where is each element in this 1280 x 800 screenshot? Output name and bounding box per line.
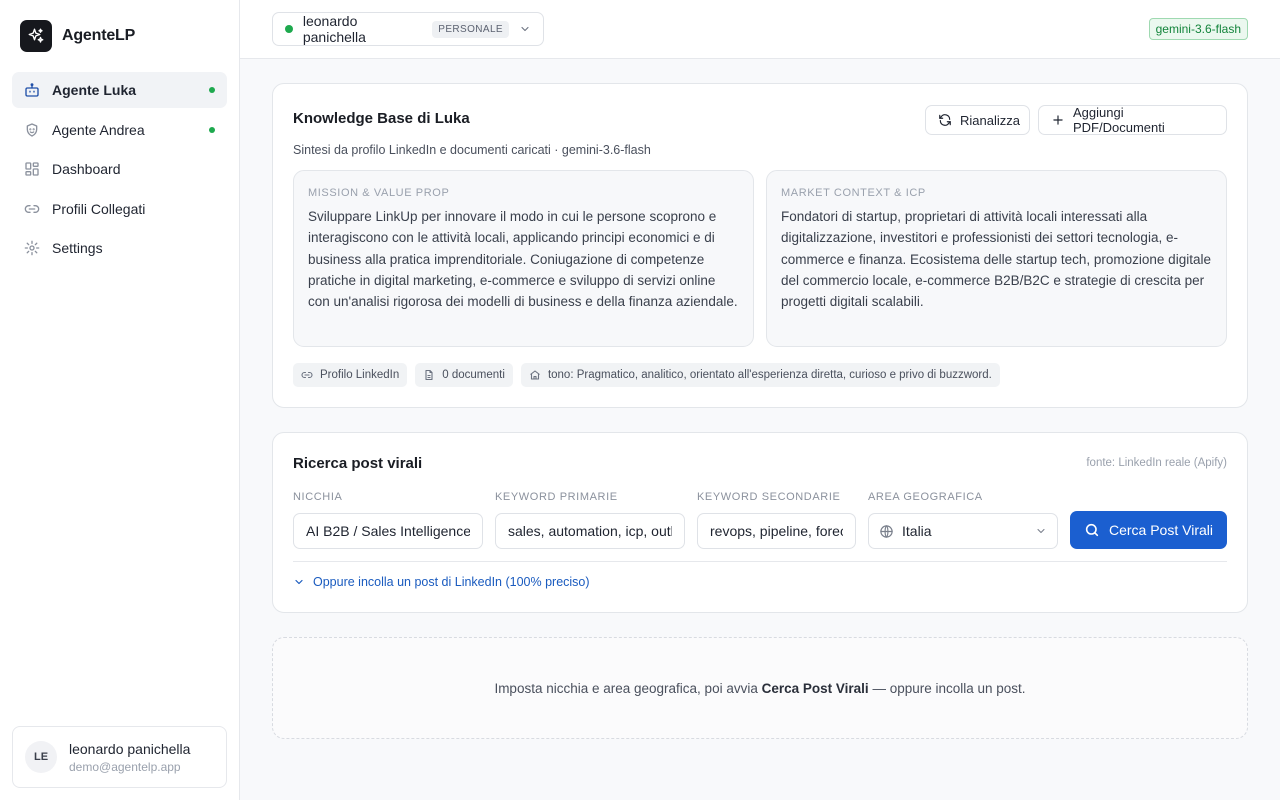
- linkedin-chip: Profilo LinkedIn: [293, 363, 408, 387]
- add-documents-label: Aggiungi PDF/Documenti: [1073, 105, 1165, 135]
- kb-chips: Profilo LinkedIn 0 documenti tono: Pragm…: [293, 363, 1000, 387]
- bot-icon: [24, 82, 40, 98]
- reanalyze-button[interactable]: Rianalizza: [925, 105, 1030, 135]
- search-icon: [1084, 522, 1100, 538]
- sidebar-item-agente-luka[interactable]: Agente Luka: [12, 72, 227, 108]
- profile-badge: PERSONALE: [432, 20, 509, 38]
- sidebar-item-label: Profili Collegati: [52, 200, 146, 217]
- user-email: demo@agentelp.app: [69, 759, 181, 774]
- refresh-icon: [938, 113, 952, 127]
- secondary-keywords-input[interactable]: [697, 513, 856, 549]
- sidebar-item-profili-collegati[interactable]: Profili Collegati: [12, 191, 227, 227]
- divider: [293, 561, 1227, 562]
- brand-name: AgenteLP: [62, 27, 136, 44]
- primary-keywords-label: KEYWORD PRIMARIE: [495, 491, 618, 503]
- paste-post-toggle[interactable]: Oppure incolla un post di LinkedIn (100%…: [293, 575, 590, 589]
- sidebar-item-agente-andrea[interactable]: Agente Andrea: [12, 112, 227, 148]
- chevron-down-icon: [1035, 525, 1047, 537]
- niche-label: NICCHIA: [293, 491, 343, 503]
- link-icon: [24, 201, 40, 217]
- sidebar-item-dashboard[interactable]: Dashboard: [12, 151, 227, 187]
- documents-chip: 0 documenti: [415, 363, 513, 387]
- sparkles-icon: [20, 20, 52, 52]
- face-icon: [24, 122, 40, 138]
- market-label: MARKET CONTEXT & ICP: [781, 187, 926, 199]
- mission-label: MISSION & VALUE PROP: [308, 187, 450, 199]
- sidebar-item-label: Settings: [52, 240, 103, 256]
- plus-icon: [1051, 113, 1065, 127]
- brand[interactable]: AgenteLP: [20, 20, 135, 52]
- gear-icon: [24, 240, 40, 256]
- search-source: fonte: LinkedIn reale (Apify): [1086, 457, 1227, 469]
- status-dot: [209, 87, 215, 93]
- status-dot: [209, 126, 215, 133]
- sidebar: AgenteLP Agente Luka Agente Andrea Dashb…: [0, 0, 240, 800]
- dashboard-icon: [24, 161, 40, 177]
- sidebar-item-settings[interactable]: Settings: [12, 230, 227, 266]
- tone-icon: [529, 369, 541, 381]
- topbar: leonardo panichella PERSONALE gemini-3.6…: [240, 0, 1280, 59]
- user-meta: leonardo panichella demo@agentelp.app: [69, 741, 190, 774]
- kb-title: Knowledge Base di Luka: [293, 110, 470, 127]
- empty-state-text: Imposta nicchia e area geografica, poi a…: [494, 681, 1025, 696]
- viral-search-card: Ricerca post virali fonte: LinkedIn real…: [272, 432, 1248, 613]
- geo-area-label: AREA GEOGRAFICA: [868, 491, 983, 503]
- globe-icon: [879, 524, 894, 539]
- profile-selector[interactable]: leonardo panichella PERSONALE: [272, 12, 544, 46]
- sidebar-item-label: Dashboard: [52, 161, 121, 177]
- link-icon: [301, 369, 313, 381]
- status-dot: [285, 25, 293, 33]
- empty-strong: Cerca Post Virali: [761, 680, 869, 696]
- search-title: Ricerca post virali: [293, 455, 423, 472]
- sidebar-nav: Agente Luka Agente Andrea Dashboard Prof…: [12, 72, 227, 270]
- chevron-down-icon: [293, 576, 305, 588]
- kb-subtitle: Sintesi da profilo LinkedIn e documenti …: [293, 143, 651, 157]
- search-viral-posts-button[interactable]: Cerca Post Virali: [1070, 511, 1227, 549]
- empty-pre: Imposta nicchia e area geografica, poi a…: [494, 680, 758, 696]
- user-name: leonardo panichella: [69, 740, 191, 757]
- market-box: MARKET CONTEXT & ICP Fondatori di startu…: [766, 170, 1227, 347]
- niche-input[interactable]: [293, 513, 483, 549]
- chevron-down-icon: [519, 23, 531, 35]
- tone-chip: tono: Pragmatico, analitico, orientato a…: [520, 363, 1000, 387]
- linkedin-chip-label: Profilo LinkedIn: [320, 369, 400, 381]
- model-badge: gemini-3.6-flash: [1148, 18, 1248, 40]
- documents-chip-label: 0 documenti: [442, 369, 505, 381]
- market-text: Fondatori di startup, proprietari di att…: [781, 209, 1211, 310]
- tone-chip-label: tono: Pragmatico, analitico, orientato a…: [547, 369, 992, 381]
- add-documents-button[interactable]: Aggiungi PDF/Documenti: [1038, 105, 1227, 135]
- paste-post-label: Oppure incolla un post di LinkedIn (100%…: [313, 575, 590, 589]
- reanalyze-label: Rianalizza: [960, 112, 1020, 128]
- sidebar-item-label: Agente Luka: [52, 82, 137, 98]
- knowledge-base-card: Knowledge Base di Luka Sintesi da profil…: [272, 83, 1248, 408]
- geo-area-select[interactable]: Italia: [868, 513, 1058, 549]
- primary-keywords-input[interactable]: [495, 513, 685, 549]
- mission-box: MISSION & VALUE PROP Sviluppare LinkUp p…: [293, 170, 754, 347]
- empty-state: Imposta nicchia e area geografica, poi a…: [272, 637, 1248, 739]
- geo-area-value: Italia: [902, 523, 932, 539]
- mission-text: Sviluppare LinkUp per innovare il modo i…: [308, 209, 738, 310]
- profile-name: leonardo panichella: [302, 13, 366, 45]
- sidebar-item-label: Agente Andrea: [52, 121, 145, 138]
- avatar: LE: [25, 741, 57, 773]
- search-button-label: Cerca Post Virali: [1108, 522, 1213, 538]
- secondary-keywords-label: KEYWORD SECONDARIE: [697, 491, 841, 503]
- user-card[interactable]: LE leonardo panichella demo@agentelp.app: [12, 726, 227, 788]
- document-icon: [423, 369, 435, 381]
- empty-post: — oppure incolla un post.: [872, 680, 1026, 696]
